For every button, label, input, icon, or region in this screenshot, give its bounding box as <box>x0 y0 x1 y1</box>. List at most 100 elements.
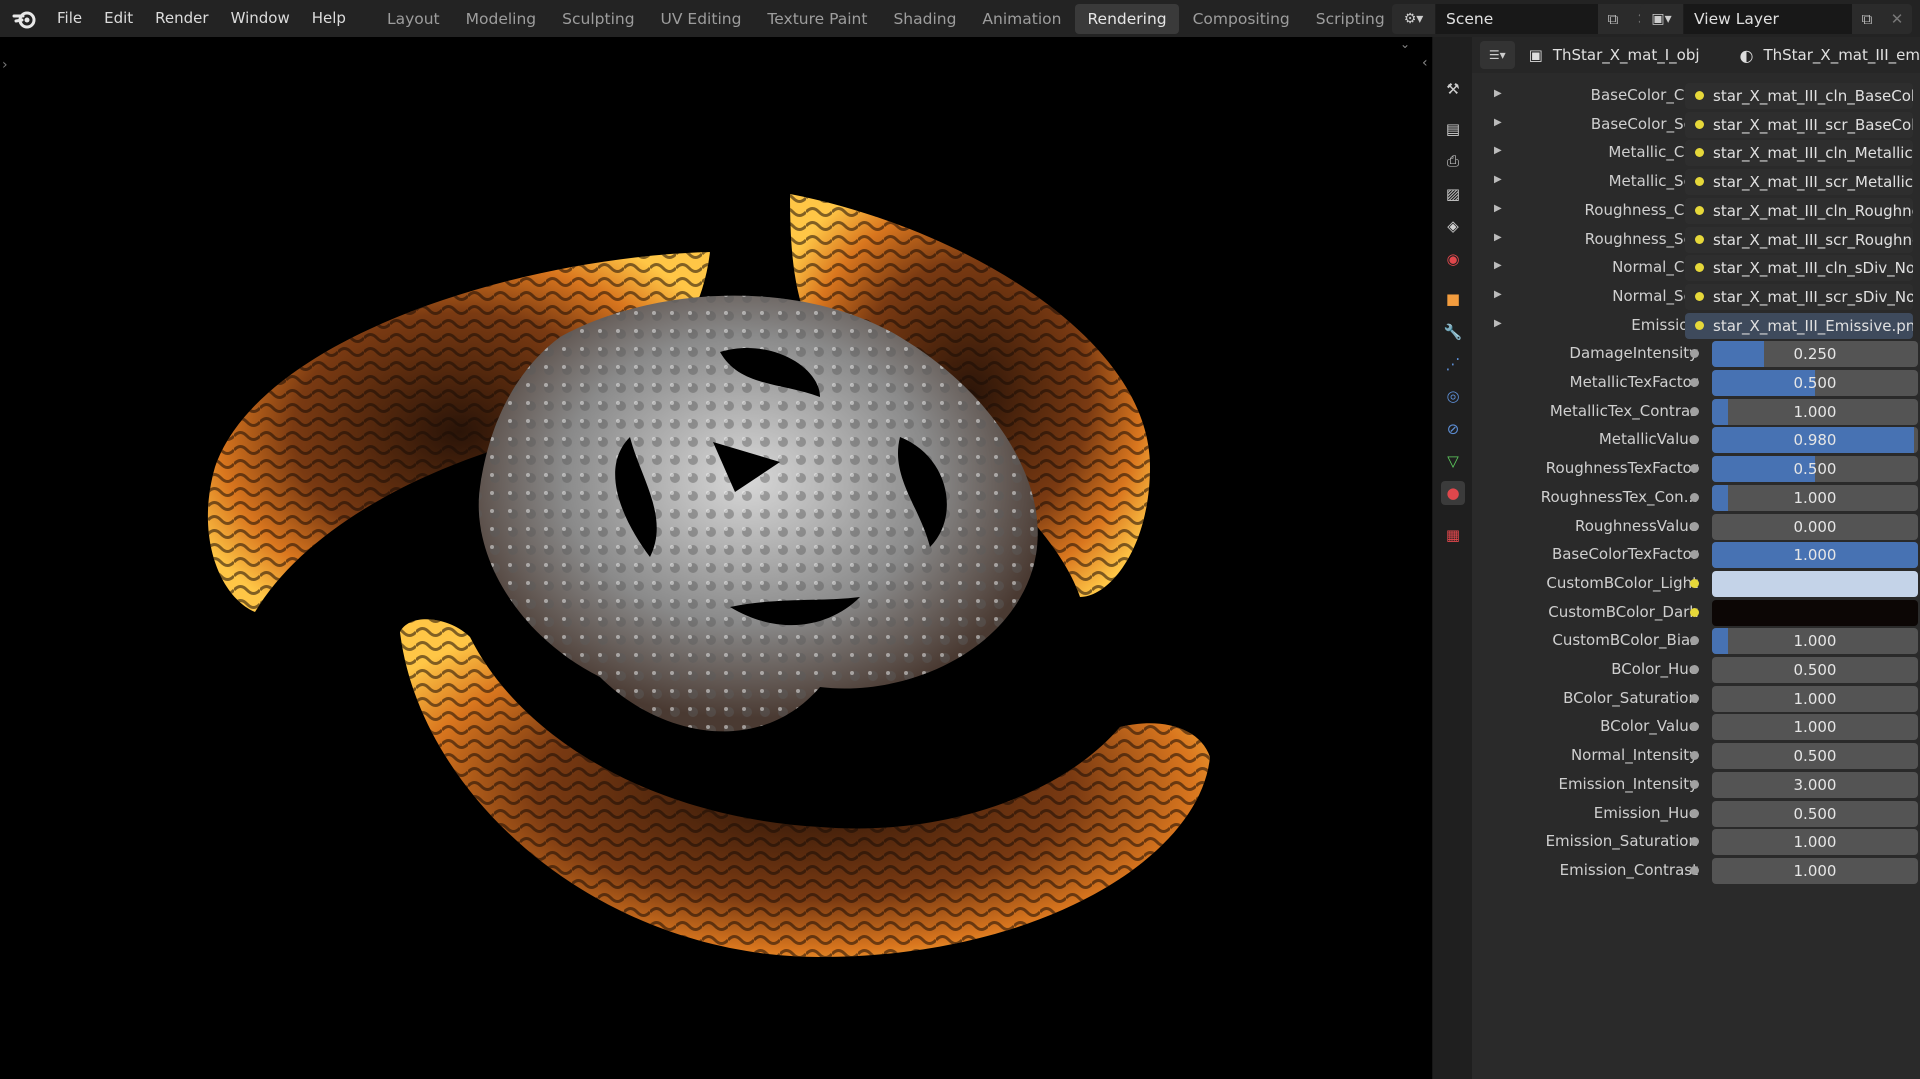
properties-tab-column: ⚒ ▤ ⎙ ▨ ◈ ◉ ■ 🔧 ⋰ ◎ ⊘ ▽ ● ▦ <box>1432 37 1472 1079</box>
scene-tab[interactable]: ◈ <box>1441 214 1465 238</box>
tab-sculpting[interactable]: Sculpting <box>550 4 646 34</box>
property-row: CustomBColor_Dark <box>1472 598 1920 628</box>
properties-editor: ‹ ⚒ ▤ ⎙ ▨ ◈ ◉ ■ 🔧 ⋰ ◎ ⊘ ▽ ● ▦ ☰▾ ▣ ThSta… <box>1422 37 1920 1079</box>
texture-row: ▶ Roughness_Scr star_X_mat_III_scr_Roughne… <box>1472 225 1920 255</box>
texture-field[interactable]: star_X_mat_III_scr_Roughne... <box>1685 226 1913 253</box>
data-tab[interactable]: ▽ <box>1441 449 1465 473</box>
header-collapse-icon[interactable]: ⌄ <box>1400 37 1410 51</box>
value-slider[interactable]: 0.500 <box>1712 456 1918 483</box>
texture-field[interactable]: star_X_mat_III_scr_BaseCol... <box>1685 111 1913 138</box>
tab-layout[interactable]: Layout <box>375 4 452 34</box>
menu-window[interactable]: Window <box>220 0 301 37</box>
region-collapse-icon[interactable]: ‹ <box>1422 55 1428 71</box>
value-slider[interactable]: 0.250 <box>1712 341 1918 368</box>
texture-field[interactable]: star_X_mat_III_scr_Metallic.... <box>1685 169 1913 196</box>
property-row: RoughnessTex_Con... 1.000 <box>1472 483 1920 513</box>
particles-icon: ⋰ <box>1445 355 1461 373</box>
value-slider[interactable]: 1.000 <box>1712 542 1918 569</box>
scene-icon: ⚙▾ <box>1403 11 1424 27</box>
color-swatch[interactable] <box>1712 599 1918 626</box>
menu-edit[interactable]: Edit <box>93 0 144 37</box>
texture-value: star_X_mat_III_scr_sDiv_Nor... <box>1713 287 1913 306</box>
blender-logo-icon[interactable] <box>12 6 38 32</box>
tab-compositing[interactable]: Compositing <box>1181 4 1302 34</box>
material-tab[interactable]: ● <box>1441 481 1465 505</box>
menu-help[interactable]: Help <box>301 0 357 37</box>
scene-type-button[interactable]: ⚙▾ <box>1392 4 1436 34</box>
texture-field[interactable]: star_X_mat_III_cln_BaseCol... <box>1685 83 1913 109</box>
tool-icon: ⚒ <box>1446 80 1460 98</box>
expand-triangle-icon[interactable]: ▶ <box>1494 318 1502 329</box>
physics-tab[interactable]: ◎ <box>1441 384 1465 408</box>
value-slider[interactable]: 1.000 <box>1712 484 1918 511</box>
output-tab[interactable]: ⎙ <box>1441 149 1465 173</box>
tab-modeling[interactable]: Modeling <box>454 4 549 34</box>
socket-icon <box>1690 665 1699 674</box>
expand-triangle-icon[interactable]: ▶ <box>1494 117 1502 128</box>
expand-triangle-icon[interactable]: ▶ <box>1494 203 1502 214</box>
world-icon: ◉ <box>1446 250 1460 268</box>
value-slider[interactable]: 1.000 <box>1712 628 1918 655</box>
slider-value: 1.000 <box>1793 718 1837 737</box>
texture-field[interactable]: star_X_mat_III_Emissive.png <box>1685 312 1913 339</box>
copy-icon: ⧉ <box>1861 10 1873 28</box>
menu-render[interactable]: Render <box>144 0 219 37</box>
property-label: BColor_Saturation <box>1563 688 1698 707</box>
tab-animation[interactable]: Animation <box>970 4 1073 34</box>
scene-name-field[interactable]: Scene <box>1436 4 1598 34</box>
constraints-tab[interactable]: ⊘ <box>1441 417 1465 441</box>
new-view-layer-button[interactable]: ⧉ <box>1852 4 1882 34</box>
color-swatch[interactable] <box>1712 570 1918 597</box>
expand-triangle-icon[interactable]: ▶ <box>1494 88 1502 99</box>
value-slider[interactable]: 0.000 <box>1712 513 1918 540</box>
value-slider[interactable]: 0.500 <box>1712 800 1918 827</box>
value-slider[interactable]: 0.980 <box>1712 427 1918 454</box>
tab-shading[interactable]: Shading <box>881 4 968 34</box>
value-slider[interactable]: 0.500 <box>1712 370 1918 396</box>
tab-uv-editing[interactable]: UV Editing <box>649 4 754 34</box>
render-tab[interactable]: ▤ <box>1441 117 1465 141</box>
texture-field[interactable]: star_X_mat_III_cln_Roughne... <box>1685 197 1913 224</box>
new-scene-button[interactable]: ⧉ <box>1598 4 1628 34</box>
value-slider[interactable]: 1.000 <box>1712 714 1918 741</box>
property-label: DamageIntensity <box>1569 344 1698 363</box>
editor-type-button[interactable]: ☰▾ <box>1480 41 1515 69</box>
tool-tab[interactable]: ⚒ <box>1441 77 1465 101</box>
value-slider[interactable]: 1.000 <box>1712 685 1918 712</box>
expand-triangle-icon[interactable]: ▶ <box>1494 232 1502 243</box>
slider-value: 0.500 <box>1793 460 1837 479</box>
value-slider[interactable]: 0.500 <box>1712 657 1918 683</box>
object-tab[interactable]: ■ <box>1441 287 1465 311</box>
expand-triangle-icon[interactable]: ▶ <box>1494 289 1502 300</box>
texture-value: star_X_mat_III_scr_BaseCol... <box>1713 115 1913 134</box>
texture-field[interactable]: star_X_mat_III_scr_sDiv_Nor... <box>1685 283 1913 310</box>
top-bar: File Edit Render Window Help Layout Modeling S… <box>0 0 1920 37</box>
expand-triangle-icon[interactable]: ▶ <box>1494 260 1502 271</box>
expand-triangle-icon[interactable]: ▶ <box>1494 145 1502 156</box>
expand-triangle-icon[interactable]: ▶ <box>1494 174 1502 185</box>
toolbar-expand-icon[interactable]: › <box>2 57 8 73</box>
delete-view-layer-button[interactable]: ✕ <box>1882 4 1912 34</box>
tab-scripting[interactable]: Scripting <box>1304 4 1397 34</box>
value-slider[interactable]: 1.000 <box>1712 857 1918 884</box>
value-slider[interactable]: 1.000 <box>1712 829 1918 856</box>
slider-value: 1.000 <box>1793 488 1837 507</box>
world-tab[interactable]: ◉ <box>1441 247 1465 271</box>
slider-value: 0.500 <box>1793 661 1837 679</box>
texture-tab[interactable]: ▦ <box>1441 523 1465 547</box>
value-slider[interactable]: 0.500 <box>1712 743 1918 770</box>
view-layer-tab[interactable]: ▨ <box>1441 182 1465 206</box>
tab-texture-paint[interactable]: Texture Paint <box>755 4 879 34</box>
tab-rendering[interactable]: Rendering <box>1075 3 1179 34</box>
view-layer-name-field[interactable]: View Layer <box>1684 4 1852 34</box>
particles-tab[interactable]: ⋰ <box>1441 352 1465 376</box>
menu-file[interactable]: File <box>46 0 93 37</box>
value-slider[interactable]: 1.000 <box>1712 398 1918 425</box>
3d-viewport[interactable]: › ⌄ <box>0 37 1432 1079</box>
texture-field[interactable]: star_X_mat_III_cln_sDiv_Nor... <box>1685 255 1913 282</box>
view-layer-type-button[interactable]: ▣▾ <box>1640 4 1684 34</box>
property-label: Emission_Contrast <box>1559 860 1698 879</box>
value-slider[interactable]: 3.000 <box>1712 771 1918 798</box>
modifier-tab[interactable]: 🔧 <box>1441 320 1465 344</box>
texture-field[interactable]: star_X_mat_III_cln_Metallic.... <box>1685 140 1913 167</box>
